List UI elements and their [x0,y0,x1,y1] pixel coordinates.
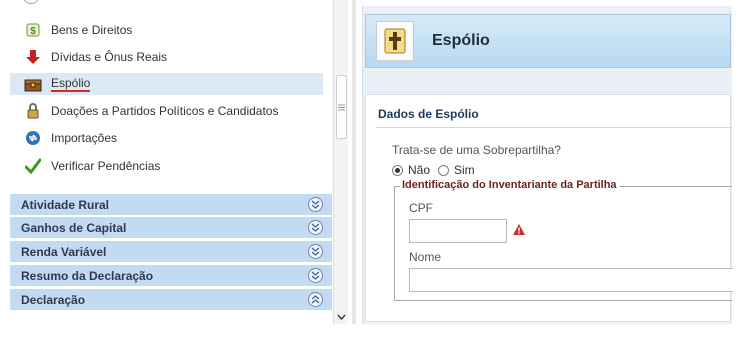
navigation-panel: $ Bens e Direitos Dívidas e Ônus Reais E… [10,0,332,324]
sidebar-item-label: Espólio [51,76,91,92]
nome-label: Nome [409,250,442,264]
content-panel: Espólio Dados de Espólio Trata-se de uma… [362,6,733,324]
chevron-down-icon[interactable] [308,268,323,283]
page-title: Espólio [432,32,490,49]
cpf-field[interactable] [409,219,507,243]
cpf-label: CPF [409,201,433,215]
sidebar-item-label: Dívidas e Ônus Reais [51,50,168,64]
grip-icon [338,104,345,110]
chevron-up-icon[interactable] [308,292,323,307]
section-renda-variavel[interactable]: Renda Variável [10,241,332,263]
divider [376,127,732,128]
warning-icon [513,224,525,238]
scrollbar-thumb[interactable] [336,75,347,139]
sidebar-item-doacoes[interactable]: Doações a Partidos Políticos e Candidato… [10,100,323,122]
sidebar-item-verificar-pendencias[interactable]: Verificar Pendências [10,155,323,177]
section-declaracao[interactable]: Declaração [10,289,332,311]
inventariante-fieldset: Identificação do Inventariante da Partil… [394,179,733,301]
section-label: Declaração [21,292,86,307]
radio-unselected-icon[interactable] [438,164,450,176]
money-bag-icon: $ [24,21,42,39]
section-label: Atividade Rural [21,197,110,212]
chevron-down-icon [337,314,346,320]
red-down-arrow-icon [24,48,42,66]
fieldset-legend: Identificação do Inventariante da Partil… [400,179,619,191]
padlock-icon [24,102,42,120]
espolio-form: Dados de Espólio Trata-se de uma Sobrepa… [365,94,733,322]
radio-label: Sim [454,163,475,177]
clipped-icon [24,0,38,4]
section-label: Renda Variável [21,244,107,259]
section-resumo-da-declaracao[interactable]: Resumo da Declaração [10,265,332,287]
sidebar-item-bens-e-direitos[interactable]: $ Bens e Direitos [10,19,323,41]
chevron-down-icon[interactable] [308,197,323,212]
scroll-down-button[interactable] [334,310,349,324]
treasure-chest-icon [24,75,42,93]
page-header: Espólio [365,14,731,68]
section-label: Ganhos de Capital [21,220,127,235]
nome-field[interactable] [409,268,733,292]
sidebar-item-label: Doações a Partidos Políticos e Candidato… [51,104,279,118]
svg-text:$: $ [30,26,36,37]
form-section-title: Dados de Espólio [378,107,479,121]
panel-divider[interactable] [352,0,356,324]
section-label: Resumo da Declaração [21,268,154,283]
radio-label: Não [408,163,431,177]
sidebar-item-espolio[interactable]: Espólio [10,73,323,95]
sync-icon [24,129,42,147]
section-atividade-rural[interactable]: Atividade Rural [10,194,332,216]
sidebar-item-label: Verificar Pendências [51,159,161,173]
green-check-icon [24,157,42,175]
chevron-down-icon[interactable] [308,244,323,259]
sidebar-item-label: Bens e Direitos [51,23,133,37]
chevron-down-icon[interactable] [308,220,323,235]
radio-selected-icon[interactable] [392,164,403,176]
sidebar-scrollbar[interactable] [333,0,348,324]
sobrepartilha-radio-group: Não Sim [392,163,483,177]
section-ganhos-de-capital[interactable]: Ganhos de Capital [10,217,332,239]
radio-nao[interactable]: Não [392,163,430,177]
cross-icon [384,28,406,54]
sidebar-item-dividas[interactable]: Dívidas e Ônus Reais [10,46,323,68]
sidebar-item-importacoes[interactable]: Importações [10,127,323,149]
sobrepartilha-question: Trata-se de uma Sobrepartilha? [392,143,561,157]
sidebar-item-label: Importações [51,131,118,145]
header-icon-box [376,21,414,61]
radio-sim[interactable]: Sim [438,163,475,177]
